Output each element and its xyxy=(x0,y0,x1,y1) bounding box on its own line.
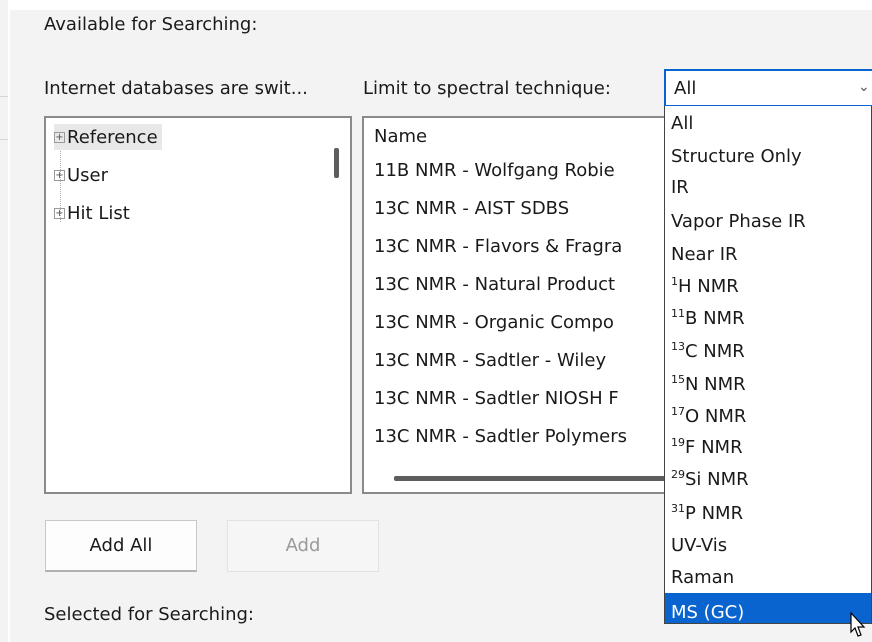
expand-plus-icon[interactable]: + xyxy=(54,169,65,181)
tree-item-reference[interactable]: + Reference xyxy=(54,124,162,150)
add-button[interactable]: Add xyxy=(227,520,379,572)
database-tree[interactable]: + Reference + User + Hit List xyxy=(44,116,352,494)
tree-item-label: Reference xyxy=(67,126,158,148)
dropdown-option-1h-nmr[interactable]: 1H NMR xyxy=(665,275,871,297)
dropdown-option-near-ir[interactable]: Near IR xyxy=(665,243,871,265)
dropdown-option-ir[interactable]: IR xyxy=(665,176,871,198)
list-item[interactable]: 13C NMR - Organic Compo xyxy=(374,312,614,333)
add-all-button[interactable]: Add All xyxy=(45,520,197,572)
dropdown-option-all[interactable]: All xyxy=(665,112,871,134)
list-item[interactable]: 13C NMR - Sadtler NIOSH F xyxy=(374,388,619,409)
tree-item-label: Hit List xyxy=(67,202,130,224)
spectral-technique-dropdown[interactable]: All Structure Only IR Vapor Phase IR Nea… xyxy=(664,106,872,624)
dropdown-option-uv-vis[interactable]: UV-Vis xyxy=(665,534,871,556)
limit-technique-label: Limit to spectral technique: xyxy=(363,78,611,99)
dropdown-option-13c-nmr[interactable]: 13C NMR xyxy=(665,340,871,362)
list-item[interactable]: 11B NMR - Wolfgang Robie xyxy=(374,160,615,181)
tree-item-hit-list[interactable]: + Hit List xyxy=(54,200,134,226)
list-horizontal-scrollbar-thumb[interactable] xyxy=(394,476,674,481)
dropdown-option-raman[interactable]: Raman xyxy=(665,566,871,588)
list-item[interactable]: 13C NMR - AIST SDBS xyxy=(374,198,569,219)
list-item[interactable]: 13C NMR - Sadtler - Wiley xyxy=(374,350,606,371)
tree-item-label: User xyxy=(67,164,109,186)
dropdown-option-11b-nmr[interactable]: 11B NMR xyxy=(665,307,871,329)
spectral-technique-combo[interactable]: All ⌄ xyxy=(664,69,872,107)
selected-for-searching-label: Selected for Searching: xyxy=(44,604,254,625)
database-list[interactable]: Name 11B NMR - Wolfgang Robie 13C NMR - … xyxy=(362,116,682,494)
list-column-header-name[interactable]: Name xyxy=(374,126,427,147)
available-for-searching-label: Available for Searching: xyxy=(44,14,258,35)
expand-plus-icon[interactable]: + xyxy=(54,131,65,143)
dropdown-option-17o-nmr[interactable]: 17O NMR xyxy=(665,405,871,427)
internet-databases-note: Internet databases are swit... xyxy=(44,78,308,99)
list-item[interactable]: 13C NMR - Flavors & Fragra xyxy=(374,236,622,257)
expand-plus-icon[interactable]: + xyxy=(54,207,65,219)
dropdown-option-31p-nmr[interactable]: 31P NMR xyxy=(665,502,871,524)
combo-selected-value: All xyxy=(674,78,697,99)
tree-item-user[interactable]: + User xyxy=(54,162,112,188)
dropdown-option-structure-only[interactable]: Structure Only xyxy=(665,145,871,167)
list-item[interactable]: 13C NMR - Natural Product xyxy=(374,274,615,295)
chevron-down-icon[interactable]: ⌄ xyxy=(858,79,870,95)
dropdown-option-15n-nmr[interactable]: 15N NMR xyxy=(665,373,871,395)
list-item[interactable]: 13C NMR - Sadtler Polymers xyxy=(374,426,627,447)
left-strip xyxy=(0,0,8,642)
dropdown-option-29si-nmr[interactable]: 29Si NMR xyxy=(665,468,871,490)
dropdown-option-vapor-phase-ir[interactable]: Vapor Phase IR xyxy=(665,210,871,232)
left-strip-divider xyxy=(0,96,8,140)
mouse-pointer-icon xyxy=(850,612,866,637)
dropdown-option-19f-nmr[interactable]: 19F NMR xyxy=(665,436,871,458)
dropdown-option-ms-gc[interactable]: MS (GC) xyxy=(665,593,871,623)
tree-scrollbar-thumb[interactable] xyxy=(334,148,339,178)
